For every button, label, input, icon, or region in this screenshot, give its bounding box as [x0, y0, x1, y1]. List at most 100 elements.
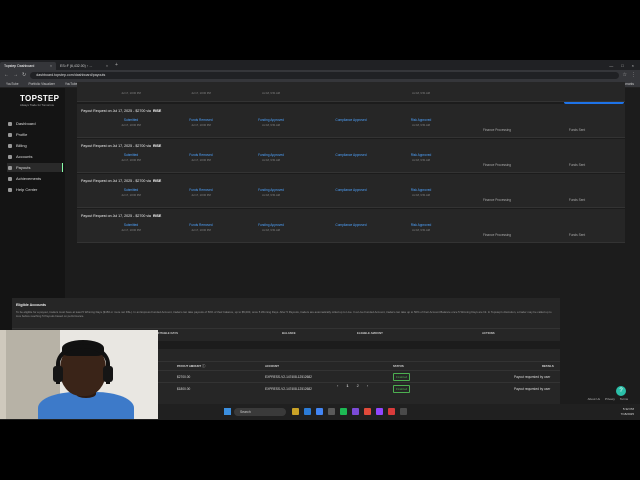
sidebar-item-label: Dashboard	[16, 121, 36, 126]
sidebar-item-profile[interactable]: Profile	[7, 130, 63, 139]
bookmark[interactable]: YouTube	[6, 82, 19, 86]
step-label: Funds Sent	[568, 233, 586, 237]
obs-icon[interactable]	[388, 408, 395, 415]
payout-steps: Submitted Jul 17, 10:00 PM Funds Removed J…	[77, 188, 625, 202]
accounts-icon	[8, 154, 12, 159]
file-explorer-icon[interactable]	[292, 408, 299, 415]
reload-icon[interactable]: ↻	[22, 72, 26, 78]
help-icon	[8, 187, 12, 192]
step-label: Compliance Approved	[335, 223, 367, 227]
back-icon[interactable]: ←	[4, 72, 9, 78]
sidebar-item-billing[interactable]: Billing	[7, 141, 63, 150]
payout-request-title: Payout Request on Jul 17, 2025 - $2700 v…	[81, 214, 162, 218]
step-date: Jul 17, 10:00 PM	[121, 194, 141, 197]
taskbar-search-input[interactable]: Search	[234, 408, 286, 416]
step-date: Jul 18, 9:51 AM	[262, 194, 280, 197]
clock-date: 7/18/2025	[620, 412, 634, 416]
step-date: Jul 17, 10:00 PM	[191, 229, 211, 232]
browser-tab[interactable]: ES=F (6,432.00) ↑ ... ×	[56, 62, 112, 70]
maximize-icon[interactable]: □	[621, 63, 623, 68]
headset-earcup	[53, 366, 63, 382]
store-icon[interactable]	[328, 408, 335, 415]
minimize-icon[interactable]: —	[609, 63, 613, 68]
step-date: Jul 17, 10:00 PM	[121, 159, 141, 162]
payout-steps: Submitted Jul 17, 10:00 PM Funds Removed J…	[77, 118, 625, 132]
close-icon[interactable]: ×	[106, 64, 108, 68]
footer-link-about[interactable]: About Us	[588, 397, 600, 401]
page-2-button[interactable]: 2	[357, 383, 359, 388]
chrome-icon[interactable]	[316, 408, 323, 415]
app-icon[interactable]	[400, 408, 407, 415]
webcam-overlay	[0, 330, 158, 419]
close-icon[interactable]: ×	[50, 64, 52, 68]
sidebar-item-payouts[interactable]: Payouts	[7, 163, 63, 172]
windows-start-icon[interactable]	[224, 408, 231, 415]
step-label: Risk Approved	[410, 188, 432, 192]
account-id: EXPRESS-V2-147408-12512682	[265, 375, 312, 379]
tagline: Always Trade for Tomorrow	[20, 103, 54, 107]
payout-request-card: Payout Request on Jul 17, 2025 - $2700 v…	[77, 174, 625, 208]
step-label: Finance Processing	[483, 233, 511, 237]
browser-tab-active[interactable]: Topstep Dashboard ×	[0, 62, 56, 70]
eligible-accounts-description: To be eligible for a payout, traders mus…	[16, 310, 552, 318]
step-date: Jul 17, 10:00 PM	[191, 194, 211, 197]
step-label: Risk Approved	[410, 118, 432, 122]
star-icon[interactable]: ☆	[623, 72, 627, 78]
info-icon[interactable]: ⓘ	[202, 363, 205, 368]
step-label: Submitted	[123, 118, 139, 122]
step-label: Compliance Approved	[335, 188, 367, 192]
browser-tab-bar: Topstep Dashboard × ES=F (6,432.00) ↑ ..…	[0, 60, 640, 70]
url-input[interactable]: dashboard.topstep.com/dashboard/payouts	[30, 71, 619, 79]
bookmark[interactable]: Portfolio Visualizer	[29, 82, 55, 86]
step-date: Jul 17, 10:00 PM	[121, 229, 141, 232]
new-tab-icon[interactable]: +	[115, 62, 118, 68]
step-date: Jul 18, 9:51 AM	[412, 92, 430, 95]
step-date: Jul 17, 10:00 PM	[121, 124, 141, 127]
sidebar-item-help-center[interactable]: Help Center	[7, 185, 63, 194]
sidebar-item-accounts[interactable]: Accounts	[7, 152, 63, 161]
step-label: Funding Approved	[258, 118, 284, 122]
page-1-button[interactable]: 1	[346, 383, 348, 388]
step-date: Jul 18, 9:51 AM	[412, 229, 430, 232]
payout-request-card: Payout Request on Jul 17, 2025 - $2700 v…	[77, 104, 625, 138]
forward-icon[interactable]: →	[13, 72, 18, 78]
footer-link-privacy[interactable]: Privacy	[605, 397, 615, 401]
status-badge: Finalized	[393, 385, 411, 393]
menu-icon[interactable]: ⋮	[631, 72, 636, 78]
twitch-icon[interactable]	[376, 408, 383, 415]
step-label: Finance Processing	[483, 128, 511, 132]
webcam-background-frame	[0, 330, 6, 419]
app-icon[interactable]	[364, 408, 371, 415]
sidebar-item-dashboard[interactable]: Dashboard	[7, 119, 63, 128]
step-date: Jul 17, 10:00 PM	[121, 92, 141, 95]
footer-link-terms[interactable]: Terms	[620, 397, 628, 401]
step-label: Funds Removed	[189, 118, 213, 122]
step-label: Finance Processing	[483, 163, 511, 167]
edge-icon[interactable]	[304, 408, 311, 415]
step-date: Jul 17, 10:00 PM	[191, 159, 211, 162]
payout-details: Payout requested by user	[514, 375, 551, 379]
taskbar-clock[interactable]: 5:32 PM 7/18/2025	[621, 407, 634, 417]
next-page-button[interactable]: ›	[367, 383, 368, 388]
billing-icon	[8, 143, 12, 148]
eligible-accounts-title: Eligible Accounts	[16, 303, 47, 307]
spotify-icon[interactable]	[340, 408, 347, 415]
sidebar-item-label: Profile	[16, 132, 28, 137]
step-label: Funding Approved	[258, 188, 284, 192]
discord-icon[interactable]	[352, 408, 359, 415]
prev-page-button[interactable]: ‹	[337, 383, 338, 388]
step-date: Jul 18, 9:51 AM	[262, 92, 280, 95]
sidebar-item-achievements[interactable]: Achievements	[7, 174, 63, 183]
window-controls: — □ ×	[609, 63, 640, 68]
close-window-icon[interactable]: ×	[632, 63, 634, 68]
rise-logo: RISE	[152, 109, 162, 113]
help-chat-button[interactable]: ?	[616, 386, 626, 396]
payout-amount: $2700.00	[177, 375, 191, 379]
account-id: EXPRESS-V2-147408-12512682	[265, 387, 312, 391]
step-date: Jul 18, 9:51 AM	[412, 194, 430, 197]
step-date: Jul 18, 9:51 AM	[412, 124, 430, 127]
logo[interactable]: TOPSTEP	[20, 94, 59, 103]
tab-title: Topstep Dashboard	[4, 64, 35, 68]
step-date: Jul 18, 9:51 AM	[262, 124, 280, 127]
step-label: Funding Approved	[258, 223, 284, 227]
